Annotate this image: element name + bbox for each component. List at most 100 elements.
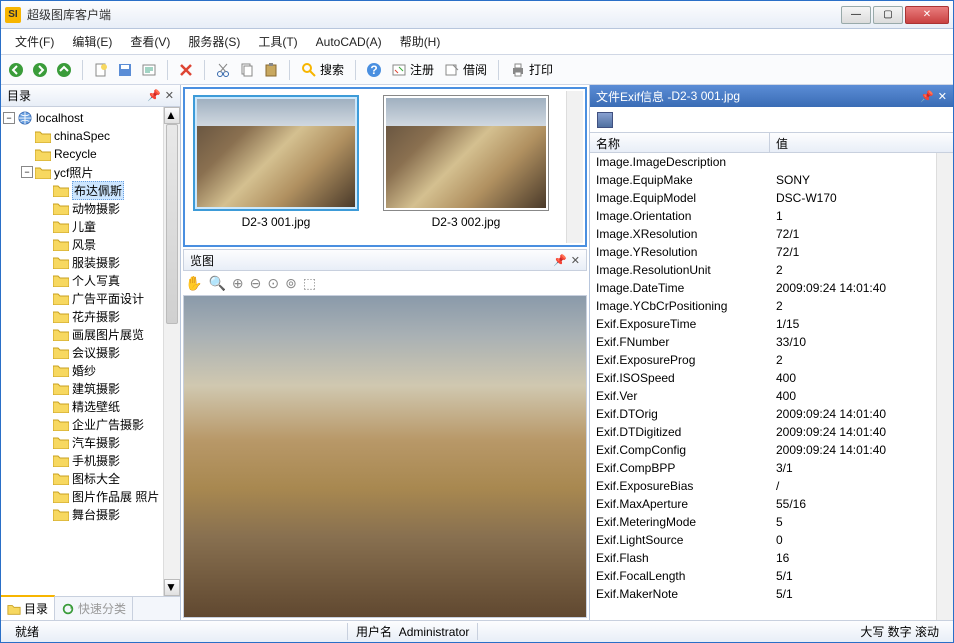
exif-row[interactable]: Exif.DTDigitized2009:09:24 14:01:40	[590, 423, 953, 441]
tree-item[interactable]: 画展图片展览	[1, 325, 180, 343]
delete-button[interactable]	[175, 59, 197, 81]
exif-row[interactable]: Exif.Flash16	[590, 549, 953, 567]
exif-row[interactable]: Image.DateTime2009:09:24 14:01:40	[590, 279, 953, 297]
print-button[interactable]: 打印	[506, 59, 557, 81]
zoom-out-icon[interactable]: ⊖	[250, 275, 262, 292]
borrow-button[interactable]: 借阅	[440, 59, 491, 81]
tree-item[interactable]: 图标大全	[1, 469, 180, 487]
exif-row[interactable]: Exif.LightSource0	[590, 531, 953, 549]
tab-quick-category[interactable]: 快速分类	[55, 597, 133, 620]
tree-item[interactable]: 婚纱	[1, 361, 180, 379]
menu-autocad[interactable]: AutoCAD(A)	[308, 31, 390, 53]
cut-button[interactable]	[212, 59, 234, 81]
tree-item[interactable]: 汽车摄影	[1, 433, 180, 451]
pin-icon[interactable]: 📌	[920, 90, 934, 103]
zoom-actual-icon[interactable]: ⊙	[267, 275, 279, 292]
close-button[interactable]: ✕	[905, 6, 949, 24]
pin-icon[interactable]: 📌	[553, 254, 567, 267]
exif-row[interactable]: Image.ImageDescription	[590, 153, 953, 171]
tree-item[interactable]: 建筑摄影	[1, 379, 180, 397]
exif-row[interactable]: Image.Orientation1	[590, 207, 953, 225]
register-button[interactable]: 注册	[387, 59, 438, 81]
tree-item[interactable]: 图片作品展 照片	[1, 487, 180, 505]
thumbnail-item[interactable]: D2-3 002.jpg	[381, 95, 551, 239]
exif-row[interactable]: Exif.CompBPP3/1	[590, 459, 953, 477]
tree-item[interactable]: 动物摄影	[1, 199, 180, 217]
exif-row[interactable]: Image.EquipMakeSONY	[590, 171, 953, 189]
exif-row[interactable]: Exif.CompConfig2009:09:24 14:01:40	[590, 441, 953, 459]
zoom-in-icon[interactable]: ⊕	[232, 275, 244, 292]
tree-root[interactable]: −localhost	[1, 109, 180, 127]
zoom-100-icon[interactable]: ⊚	[285, 275, 297, 292]
menu-tools[interactable]: 工具(T)	[250, 29, 305, 54]
help-button[interactable]: ?	[363, 59, 385, 81]
forward-button[interactable]	[29, 59, 51, 81]
exif-row[interactable]: Exif.MaxAperture55/16	[590, 495, 953, 513]
tab-directory[interactable]: 目录	[1, 595, 55, 620]
thumbnail-pane[interactable]: D2-3 001.jpgD2-3 002.jpg	[183, 87, 587, 247]
exif-row[interactable]: Exif.FocalLength5/1	[590, 567, 953, 585]
tree-item[interactable]: 花卉摄影	[1, 307, 180, 325]
exif-row[interactable]: Exif.ISOSpeed400	[590, 369, 953, 387]
exif-row[interactable]: Exif.DTOrig2009:09:24 14:01:40	[590, 405, 953, 423]
exif-row[interactable]: Image.YResolution72/1	[590, 243, 953, 261]
tree-item[interactable]: 服装摄影	[1, 253, 180, 271]
menu-server[interactable]: 服务器(S)	[180, 29, 248, 54]
properties-button[interactable]	[138, 59, 160, 81]
exif-grid[interactable]: Image.ImageDescriptionImage.EquipMakeSON…	[590, 153, 953, 620]
save-button[interactable]	[114, 59, 136, 81]
col-name[interactable]: 名称	[590, 133, 770, 152]
tree-item[interactable]: −ycf照片	[1, 163, 180, 181]
zoom-fit-icon[interactable]: 🔍	[208, 275, 225, 292]
scrollbar[interactable]	[936, 153, 953, 620]
tree-item[interactable]: 个人写真	[1, 271, 180, 289]
exif-row[interactable]: Exif.Ver400	[590, 387, 953, 405]
tree-item[interactable]: 风景	[1, 235, 180, 253]
thumbnail-image[interactable]	[193, 95, 359, 211]
close-pane-icon[interactable]: ✕	[571, 254, 580, 267]
save-exif-button[interactable]	[594, 109, 616, 131]
back-button[interactable]	[5, 59, 27, 81]
tree-item[interactable]: chinaSpec	[1, 127, 180, 145]
paste-button[interactable]	[260, 59, 282, 81]
menu-help[interactable]: 帮助(H)	[392, 29, 449, 54]
thumbnail-item[interactable]: D2-3 001.jpg	[191, 95, 361, 239]
exif-row[interactable]: Exif.FNumber33/10	[590, 333, 953, 351]
exif-row[interactable]: Image.ResolutionUnit2	[590, 261, 953, 279]
scrollbar[interactable]	[566, 91, 583, 243]
exif-row[interactable]: Exif.ExposureProg2	[590, 351, 953, 369]
preview-image[interactable]	[183, 295, 587, 618]
exif-row[interactable]: Exif.MakerNote5/1	[590, 585, 953, 603]
directory-tree[interactable]: −localhostchinaSpecRecycle−ycf照片布达佩斯动物摄影…	[1, 107, 180, 596]
tree-item[interactable]: 企业广告摄影	[1, 415, 180, 433]
close-pane-icon[interactable]: ✕	[938, 90, 947, 103]
tree-item[interactable]: 广告平面设计	[1, 289, 180, 307]
new-button[interactable]	[90, 59, 112, 81]
exif-row[interactable]: Image.YCbCrPositioning2	[590, 297, 953, 315]
tree-item[interactable]: 会议摄影	[1, 343, 180, 361]
search-button[interactable]: 搜索	[297, 59, 348, 81]
minimize-button[interactable]: —	[841, 6, 871, 24]
exif-row[interactable]: Image.XResolution72/1	[590, 225, 953, 243]
exif-row[interactable]: Exif.MeteringMode5	[590, 513, 953, 531]
menu-view[interactable]: 查看(V)	[122, 29, 178, 54]
tree-item[interactable]: 舞台摄影	[1, 505, 180, 523]
tree-item[interactable]: 儿童	[1, 217, 180, 235]
hand-icon[interactable]: ✋	[185, 275, 202, 292]
zoom-region-icon[interactable]: ⬚	[303, 275, 316, 292]
maximize-button[interactable]: ▢	[873, 6, 903, 24]
tree-item[interactable]: Recycle	[1, 145, 180, 163]
pin-icon[interactable]: 📌	[147, 89, 161, 102]
col-value[interactable]: 值	[770, 133, 953, 152]
exif-row[interactable]: Exif.ExposureTime1/15	[590, 315, 953, 333]
exif-row[interactable]: Image.EquipModelDSC-W170	[590, 189, 953, 207]
tree-item[interactable]: 精选壁纸	[1, 397, 180, 415]
scrollbar[interactable]: ▲▼	[163, 107, 180, 596]
up-button[interactable]	[53, 59, 75, 81]
menu-file[interactable]: 文件(F)	[7, 29, 62, 54]
close-pane-icon[interactable]: ✕	[165, 89, 174, 102]
tree-item[interactable]: 手机摄影	[1, 451, 180, 469]
copy-button[interactable]	[236, 59, 258, 81]
exif-row[interactable]: Exif.ExposureBias/	[590, 477, 953, 495]
tree-item[interactable]: 布达佩斯	[1, 181, 180, 199]
